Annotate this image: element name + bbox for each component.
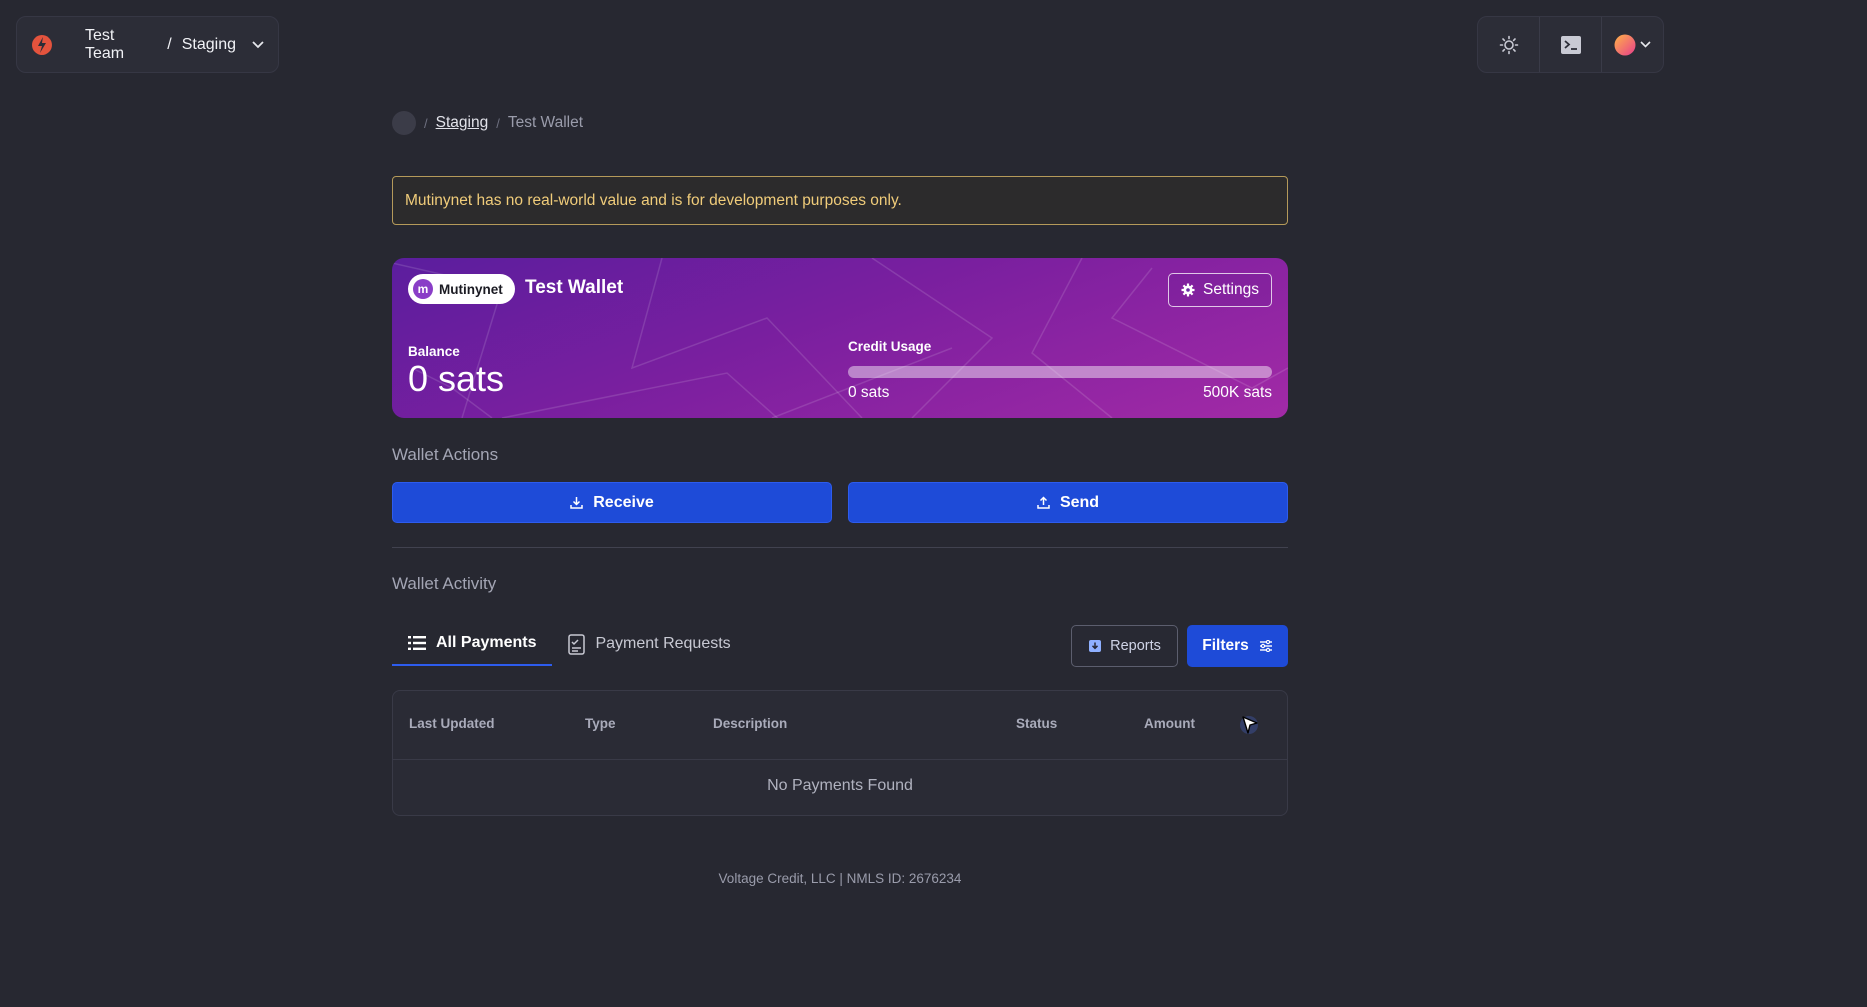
balance-label: Balance bbox=[408, 344, 460, 359]
column-header-amount[interactable]: Amount bbox=[1144, 716, 1195, 731]
team-name: Test Team bbox=[84, 26, 125, 62]
wallet-activity-title: Wallet Activity bbox=[392, 574, 497, 593]
wallet-settings-button[interactable]: Settings bbox=[1167, 273, 1272, 307]
settings-label: Settings bbox=[1202, 281, 1259, 298]
receive-label: Receive bbox=[593, 493, 654, 511]
credit-usage-label: Credit Usage bbox=[848, 339, 932, 354]
sliders-icon bbox=[1259, 640, 1272, 652]
team-environment-label: Test Team / Staging bbox=[85, 27, 236, 63]
credit-limit-value: 500K sats bbox=[1203, 384, 1272, 401]
mouse-cursor-icon bbox=[1240, 716, 1258, 734]
environment-name: Staging bbox=[181, 35, 237, 53]
testnet-warning-banner: Mutinynet has no real-world value and is… bbox=[392, 176, 1288, 225]
filters-label: Filters bbox=[1202, 637, 1249, 654]
column-header-description[interactable]: Description bbox=[713, 716, 787, 731]
column-header-last-updated[interactable]: Last Updated bbox=[409, 716, 495, 731]
user-menu-button[interactable] bbox=[1601, 17, 1663, 72]
network-badge: m Mutinynet bbox=[408, 274, 515, 304]
section-divider bbox=[392, 547, 1288, 548]
team-switcher[interactable]: Test Team / Staging bbox=[16, 16, 279, 73]
filters-button[interactable]: Filters bbox=[1187, 625, 1288, 667]
org-avatar[interactable] bbox=[392, 111, 416, 135]
top-toolbar bbox=[1477, 16, 1664, 73]
column-header-status[interactable]: Status bbox=[1016, 716, 1057, 731]
breadcrumb-separator: / bbox=[496, 115, 500, 131]
avatar-icon bbox=[1614, 34, 1636, 55]
credit-used-value: 0 sats bbox=[848, 384, 890, 401]
download-icon bbox=[570, 497, 583, 509]
voltage-logo-icon bbox=[31, 34, 52, 55]
breadcrumb-current: Test Wallet bbox=[507, 114, 584, 131]
tab-payment-requests[interactable]: Payment Requests bbox=[552, 622, 746, 666]
send-label: Send bbox=[1059, 493, 1100, 511]
chevron-down-icon bbox=[1640, 41, 1651, 48]
network-icon: m bbox=[413, 279, 433, 299]
tab-label: Payment Requests bbox=[595, 635, 731, 652]
wallet-actions-title: Wallet Actions bbox=[392, 445, 499, 464]
empty-state-message: No Payments Found bbox=[767, 777, 913, 794]
balance-value: 0 sats bbox=[408, 358, 505, 399]
payments-table: Last Updated Type Description Status Amo… bbox=[392, 690, 1288, 816]
tab-label: All Payments bbox=[436, 634, 537, 651]
credit-usage-bar bbox=[848, 366, 1272, 378]
footer-text: Voltage Credit, LLC | NMLS ID: 2676234 bbox=[718, 871, 962, 886]
wallet-card: m Mutinynet Test Wallet Settings Balance… bbox=[392, 258, 1288, 418]
gear-icon bbox=[1181, 283, 1195, 297]
column-header-type[interactable]: Type bbox=[585, 716, 616, 731]
reports-button[interactable]: Reports bbox=[1071, 625, 1178, 667]
upload-icon bbox=[1037, 496, 1050, 509]
team-separator: / bbox=[167, 35, 172, 53]
breadcrumb-separator: / bbox=[424, 115, 428, 131]
network-name: Mutinynet bbox=[439, 281, 503, 297]
reports-icon bbox=[1089, 640, 1102, 652]
terminal-button[interactable] bbox=[1539, 17, 1601, 72]
tab-all-payments[interactable]: All Payments bbox=[392, 622, 553, 666]
breadcrumb-link-staging[interactable]: Staging bbox=[436, 114, 489, 132]
list-icon bbox=[408, 636, 426, 650]
document-icon bbox=[568, 633, 586, 655]
table-header: Last Updated Type Description Status Amo… bbox=[393, 691, 1287, 760]
send-button[interactable]: Send bbox=[848, 482, 1288, 523]
sun-icon bbox=[1499, 35, 1518, 54]
chevron-down-icon bbox=[252, 40, 264, 48]
reports-label: Reports bbox=[1110, 638, 1161, 654]
warning-text: Mutinynet has no real-world value and is… bbox=[405, 191, 902, 209]
theme-toggle-button[interactable] bbox=[1478, 17, 1539, 72]
breadcrumb: / Staging / Test Wallet bbox=[392, 111, 583, 135]
activity-tabs: All Payments Payment Requests bbox=[392, 622, 747, 666]
receive-button[interactable]: Receive bbox=[392, 482, 832, 523]
wallet-name: Test Wallet bbox=[525, 277, 624, 298]
terminal-icon bbox=[1560, 35, 1581, 54]
